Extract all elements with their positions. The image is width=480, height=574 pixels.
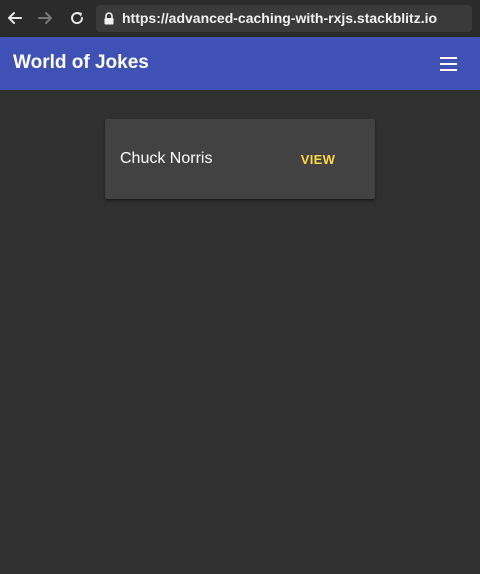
lock-icon (104, 12, 114, 25)
hamburger-menu-icon[interactable] (436, 53, 460, 75)
browser-bar: https://advanced-caching-with-rxjs.stack… (0, 0, 480, 37)
back-button[interactable] (4, 7, 26, 29)
card-title: Chuck Norris (120, 150, 213, 167)
app-title: World of Jokes (13, 52, 149, 73)
url-text: https://advanced-caching-with-rxjs.stack… (122, 10, 438, 26)
joke-category-card: Chuck Norris VIEW (105, 119, 375, 199)
menu-line (439, 69, 457, 71)
arrow-right-icon (38, 12, 52, 24)
reload-icon (71, 12, 84, 25)
forward-button[interactable] (34, 7, 56, 29)
menu-line (439, 63, 457, 65)
app-toolbar: World of Jokes (0, 37, 480, 90)
view-button[interactable]: VIEW (293, 146, 343, 172)
menu-line (439, 57, 457, 59)
arrow-left-icon (8, 12, 22, 24)
reload-button[interactable] (66, 7, 88, 29)
address-bar[interactable]: https://advanced-caching-with-rxjs.stack… (96, 5, 472, 32)
main-content: Chuck Norris VIEW (0, 90, 480, 574)
